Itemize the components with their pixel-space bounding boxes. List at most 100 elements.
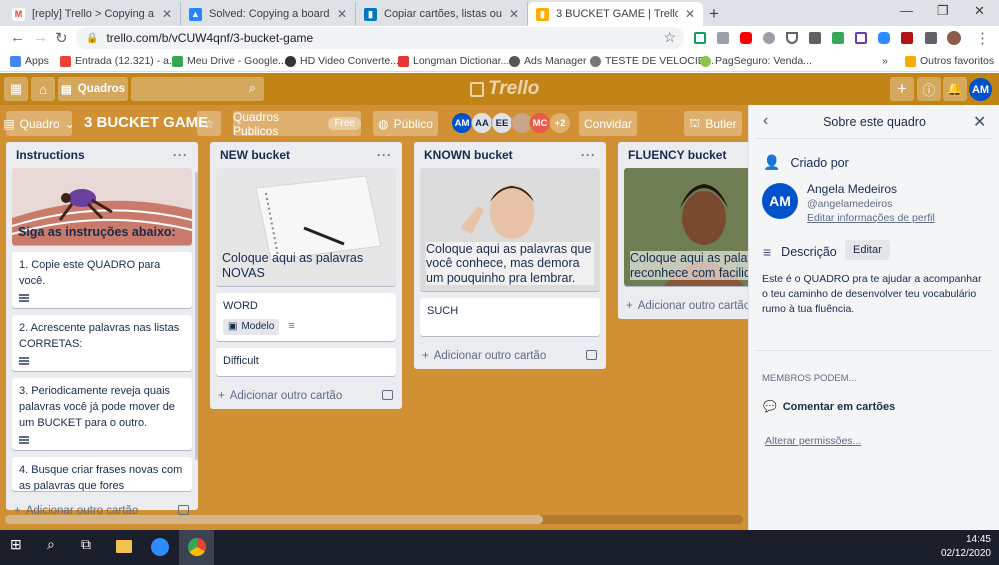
chrome-menu-icon[interactable]: ⋮ — [975, 29, 990, 47]
system-clock[interactable]: 14:45 02/12/2020 — [941, 533, 991, 561]
list-scrollbar[interactable] — [195, 172, 198, 460]
avatar[interactable]: AM — [762, 183, 798, 219]
window-close-icon[interactable]: ✕ — [974, 3, 985, 19]
list-header[interactable]: FLUENCY bucket — [618, 142, 748, 168]
list-item[interactable]: Coloque aqui as palavras que você conhec… — [420, 168, 600, 291]
extension-icon[interactable] — [855, 32, 867, 44]
scrollbar-thumb[interactable] — [5, 515, 543, 524]
more-members-badge[interactable]: +2 — [549, 112, 571, 134]
apps-switcher-icon[interactable]: ▦ — [4, 77, 28, 101]
bookmarks-more[interactable]: » — [882, 55, 888, 67]
extension-icon[interactable] — [832, 32, 844, 44]
reload-icon[interactable]: ↻ — [55, 29, 68, 47]
edit-description-button[interactable]: Editar — [845, 240, 890, 260]
close-tab-icon[interactable]: ✕ — [162, 7, 172, 21]
chrome-taskbar-button[interactable] — [179, 530, 214, 565]
info-icon[interactable]: ⓘ — [917, 77, 941, 101]
list-menu-icon[interactable]: ··· — [173, 148, 188, 162]
bookmark-pagseguro[interactable]: PagSeguro: Venda... — [700, 55, 812, 67]
team-button[interactable]: Quadros Publicos Free — [233, 110, 361, 138]
list-header[interactable]: NEW bucket ··· — [210, 142, 402, 168]
extension-icon[interactable] — [717, 32, 729, 44]
list-item[interactable]: 2. Acrescente palavras nas listas CORRET… — [12, 314, 192, 371]
header-avatar[interactable]: AM — [969, 78, 992, 101]
template-icon[interactable] — [178, 504, 189, 515]
new-tab-icon[interactable]: + — [709, 4, 719, 24]
back-icon[interactable]: ← — [10, 29, 25, 46]
list-item[interactable]: Siga as instruções abaixo: — [12, 168, 192, 245]
edit-profile-link[interactable]: Editar informações de perfil — [807, 211, 999, 226]
butler-button[interactable]: ⛫ Butler — [684, 111, 742, 136]
member-avatar[interactable]: AM — [451, 112, 473, 134]
search-input[interactable]: ⌕ — [131, 77, 264, 101]
puzzle-icon[interactable] — [925, 32, 937, 44]
change-permissions-link[interactable]: Alterar permissões... — [765, 434, 990, 449]
bookmark-speedtest[interactable]: TESTE DE VELOCID... — [590, 55, 714, 67]
task-view-icon[interactable]: ⧉ — [81, 536, 91, 553]
visibility-button[interactable]: ◍ Público — [373, 111, 438, 136]
bookmark-ads-manager[interactable]: Ads Manager — [509, 55, 586, 67]
list-menu-icon[interactable]: ··· — [581, 148, 596, 162]
list-item[interactable]: 4. Busque criar frases novas com as pala… — [12, 456, 192, 491]
browser-tab-atlassian[interactable]: ▲ Solved: Copying a board ✕ — [181, 2, 356, 26]
notifications-bell-icon[interactable]: 🔔 — [943, 77, 967, 101]
list-item[interactable]: SUCH — [420, 298, 600, 336]
bookmark-star-icon[interactable]: ☆ — [663, 29, 676, 46]
search-icon[interactable]: ⌕ — [47, 536, 55, 553]
add-card-button[interactable]: + Adicionar outro cartão — [618, 293, 748, 319]
browser-tab-gmail[interactable]: M [reply] Trello > Copying a board ✕ — [4, 2, 181, 26]
boards-button[interactable]: ▤ Quadros — [58, 77, 128, 101]
list-title[interactable]: FLUENCY bucket — [628, 148, 726, 162]
close-tab-icon[interactable]: ✕ — [685, 7, 695, 21]
board-menu-button[interactable]: ▤ Quadro ⌄ — [3, 111, 75, 136]
trello-logo[interactable]: Trello — [470, 78, 539, 100]
list-item[interactable]: WORD ▣ Modelo ≡ — [216, 293, 396, 342]
create-button[interactable]: + — [890, 77, 914, 101]
extension-icon[interactable] — [763, 32, 775, 44]
board-title[interactable]: 3 BUCKET GAME — [84, 114, 208, 131]
file-explorer-icon[interactable] — [116, 540, 132, 553]
forward-icon[interactable]: → — [33, 29, 48, 46]
invite-button[interactable]: Convidar — [579, 111, 637, 136]
list-item[interactable]: Coloque aqui as palavras que você reconh… — [624, 168, 748, 286]
extension-icon[interactable] — [694, 32, 706, 44]
pocket-icon[interactable] — [786, 32, 798, 44]
bookmark-hd-video[interactable]: HD Video Converte... — [285, 55, 399, 67]
list-menu-icon[interactable]: ··· — [377, 148, 392, 162]
close-tab-icon[interactable]: ✕ — [337, 7, 347, 21]
member-avatar[interactable]: EE — [491, 112, 513, 134]
add-card-button[interactable]: + Adicionar outro cartão — [210, 383, 402, 409]
list-item[interactable]: Coloque aqui as palavras NOVAS — [216, 168, 396, 286]
bookmark-gmail[interactable]: Entrada (12.321) - a... — [60, 55, 178, 67]
profile-avatar[interactable] — [947, 31, 961, 45]
member-avatar[interactable]: MC — [529, 112, 551, 134]
restore-icon[interactable]: ❐ — [937, 3, 949, 19]
browser-tab-trello-board[interactable]: ▮ 3 BUCKET GAME | Trello ✕ — [528, 2, 703, 26]
close-tab-icon[interactable]: ✕ — [509, 7, 519, 21]
star-board-icon[interactable]: ☆ — [197, 111, 221, 136]
close-icon[interactable]: ✕ — [973, 112, 986, 132]
list-title[interactable]: NEW bucket — [220, 148, 290, 162]
bookmark-other[interactable]: Outros favoritos — [905, 55, 994, 67]
zoom-extension-icon[interactable] — [878, 32, 890, 44]
add-card-button[interactable]: + Adicionar outro cartão — [414, 343, 606, 369]
bookmark-drive[interactable]: Meu Drive - Google... — [172, 55, 287, 67]
extension-icon[interactable] — [809, 32, 821, 44]
bookmark-longman[interactable]: Longman Dictionar... — [398, 55, 509, 67]
home-icon[interactable]: ⌂ — [31, 77, 55, 101]
youtube-icon[interactable] — [740, 32, 752, 44]
minimize-icon[interactable]: — — [900, 3, 913, 18]
list-item[interactable]: 3. Periodicamente reveja quais palavras … — [12, 377, 192, 450]
template-icon[interactable] — [382, 390, 393, 401]
browser-tab-trello-help[interactable]: ▮ Copiar cartões, listas ou quadros ✕ — [356, 2, 528, 26]
list-item[interactable]: Difficult — [216, 348, 396, 377]
member-avatar[interactable]: AA — [471, 112, 493, 134]
bookmark-apps[interactable]: Apps — [10, 55, 49, 67]
template-icon[interactable] — [586, 349, 597, 360]
extension-icon[interactable] — [901, 32, 913, 44]
list-title[interactable]: Instructions — [16, 148, 85, 162]
list-title[interactable]: KNOWN bucket — [424, 148, 513, 162]
list-header[interactable]: Instructions ··· — [6, 142, 198, 168]
windows-start-icon[interactable]: ⊞ — [10, 536, 22, 553]
list-item[interactable]: 1. Copie este QUADRO para você. — [12, 252, 192, 308]
